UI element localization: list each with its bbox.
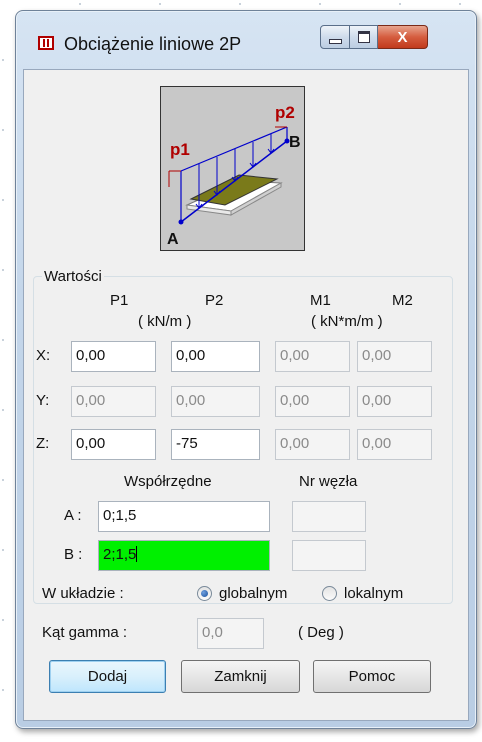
point-b-value: 2;1,5 [103, 546, 137, 563]
gamma-input: 0,0 [197, 618, 264, 649]
point-a-input[interactable]: 0;1,5 [98, 501, 270, 532]
close-button[interactable]: Zamknij [181, 660, 300, 693]
gamma-unit: ( Deg ) [298, 624, 344, 641]
text-caret [136, 546, 138, 562]
point-a-marker: A [167, 231, 179, 248]
z-p2-input[interactable]: -75 [171, 429, 260, 460]
window-title: Obciążenie liniowe 2P [64, 34, 242, 54]
row-z-label: Z: [36, 435, 50, 452]
values-legend: Wartości [44, 268, 102, 285]
p1-label: p1 [170, 140, 190, 159]
row-x-label: X: [36, 347, 51, 364]
x-m2-input: 0,00 [357, 341, 432, 372]
maximize-icon [357, 31, 370, 43]
unit-force: ( kN/m ) [138, 313, 192, 330]
radio-global-label[interactable]: globalnym [219, 585, 287, 602]
y-p2-input: 0,00 [171, 386, 260, 417]
title-bar[interactable]: Obciążenie liniowe 2P X [16, 11, 476, 69]
header-p2: P2 [205, 292, 224, 309]
z-m2-input: 0,00 [357, 429, 432, 460]
header-m2: M2 [392, 292, 413, 309]
system-label: W układzie : [42, 585, 124, 602]
node-b-input [292, 540, 366, 571]
gamma-label: Kąt gamma : [42, 624, 128, 641]
y-m2-input: 0,00 [357, 386, 432, 417]
node-header: Nr węzła [299, 473, 358, 490]
z-m1-input: 0,00 [275, 429, 350, 460]
node-a-input [292, 501, 366, 532]
window-controls: X [320, 25, 428, 51]
app-icon[interactable] [38, 36, 54, 50]
dialog-window: Obciążenie liniowe 2P X p1 p2 A B Wartoś… [15, 10, 477, 729]
p2-label: p2 [275, 103, 295, 122]
y-m1-input: 0,00 [275, 386, 350, 417]
radio-local[interactable] [322, 586, 337, 601]
dialog-body: p1 p2 A B Wartości P1 P2 M1 M2 ( kN/m ) … [23, 69, 469, 721]
point-b-input[interactable]: 2;1,5 [98, 540, 270, 571]
header-m1: M1 [310, 292, 331, 309]
radio-global[interactable] [197, 586, 212, 601]
point-a-label: A : [64, 507, 82, 524]
point-b-marker: B [289, 134, 301, 151]
help-button[interactable]: Pomoc [313, 660, 431, 693]
x-m1-input: 0,00 [275, 341, 350, 372]
load-diagram-graphic: p1 p2 A B [167, 103, 301, 248]
point-b-label: B : [64, 546, 83, 563]
x-p2-input[interactable]: 0,00 [171, 341, 260, 372]
load-diagram: p1 p2 A B [160, 86, 305, 251]
header-p1: P1 [110, 292, 129, 309]
minimize-icon [328, 38, 342, 44]
z-p1-input[interactable]: 0,00 [71, 429, 156, 460]
x-p1-input[interactable]: 0,00 [71, 341, 156, 372]
unit-moment: ( kN*m/m ) [311, 313, 383, 330]
row-y-label: Y: [36, 392, 50, 409]
close-icon: X [397, 28, 408, 46]
radio-local-label[interactable]: lokalnym [344, 585, 403, 602]
close-window-button[interactable]: X [378, 25, 428, 49]
add-button[interactable]: Dodaj [49, 660, 166, 693]
maximize-button[interactable] [350, 25, 378, 49]
coords-header: Współrzędne [124, 473, 212, 490]
minimize-button[interactable] [320, 25, 350, 49]
y-p1-input: 0,00 [71, 386, 156, 417]
